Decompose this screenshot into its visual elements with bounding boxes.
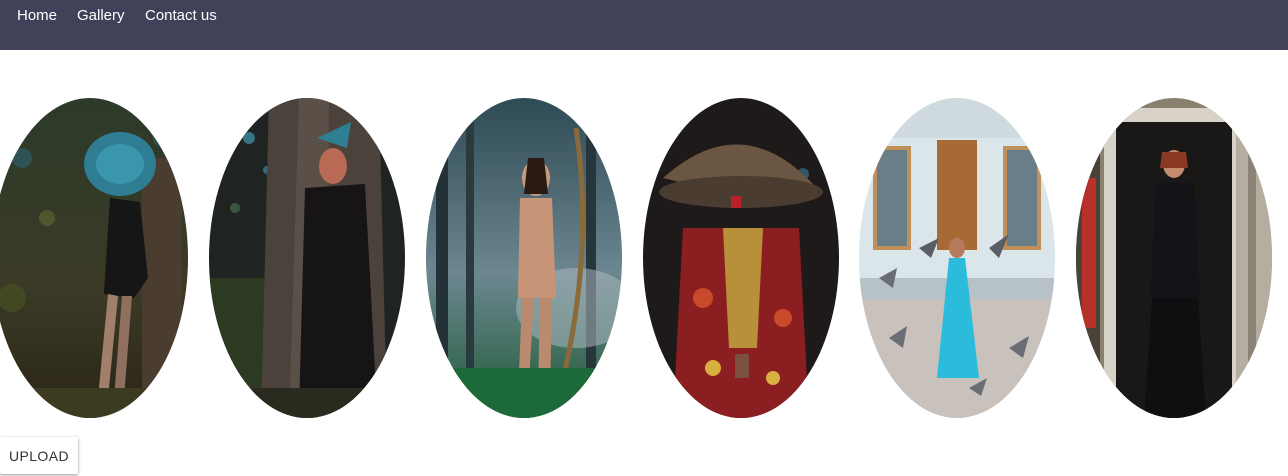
gallery-photo-3[interactable] (426, 98, 622, 418)
top-navbar: Home Gallery Contact us (0, 0, 1288, 50)
gallery-photo-6[interactable] (1076, 98, 1272, 418)
gallery-photo-4[interactable] (643, 98, 839, 418)
nav-home-link[interactable]: Home (17, 7, 57, 25)
gallery-photo-1[interactable] (0, 98, 188, 418)
nav-gallery-link[interactable]: Gallery (77, 7, 125, 25)
nav-contact-link[interactable]: Contact us (145, 7, 217, 25)
gallery-photo-2[interactable] (209, 98, 405, 418)
upload-button[interactable]: UPLOAD (0, 437, 78, 474)
gallery-photo-5[interactable] (859, 98, 1055, 418)
photo-woman-doorway (1076, 98, 1272, 418)
photo-blue-dress-pigeons (859, 98, 1055, 418)
photo-woman-tree (209, 98, 405, 418)
photo-forest-headdress (0, 98, 188, 418)
photo-hat-red-robe (643, 98, 839, 418)
photo-woman-bow-mist (426, 98, 622, 418)
